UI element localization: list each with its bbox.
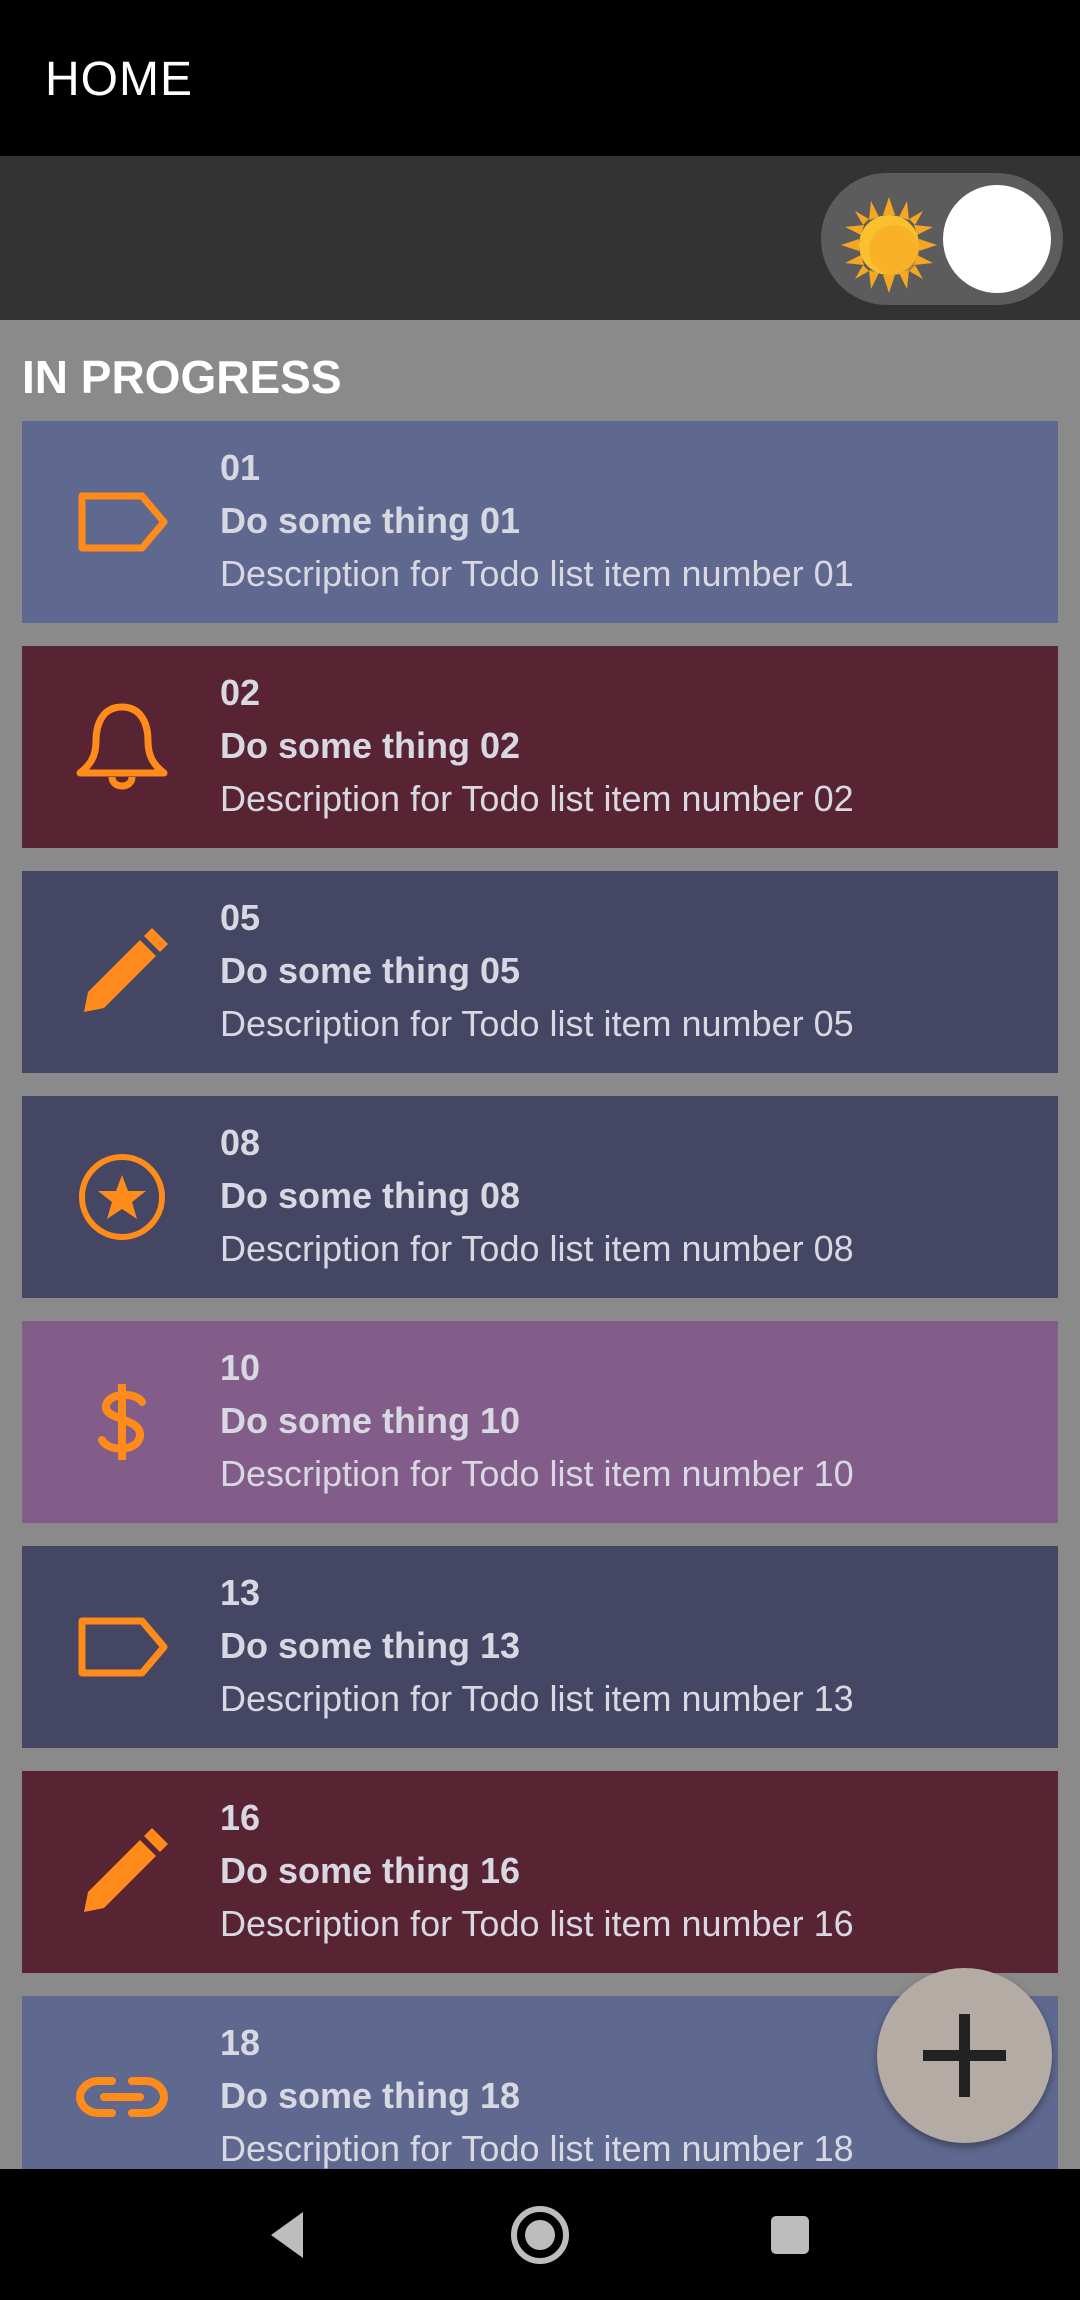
plus-icon	[923, 2014, 1006, 2097]
todo-title: Do some thing 08	[220, 1175, 521, 1216]
todo-number: 02	[220, 672, 261, 713]
todo-number: 05	[220, 897, 261, 938]
todo-title: Do some thing 13	[220, 1625, 521, 1666]
dollar-icon	[72, 1372, 172, 1472]
todo-number: 10	[220, 1347, 261, 1388]
todo-description: Description for Todo list item number 18	[220, 2128, 854, 2169]
todo-number: 01	[220, 447, 261, 488]
todo-card[interactable]: 08 Do some thing 08 Description for Todo…	[22, 1096, 1058, 1298]
todo-card[interactable]: 02 Do some thing 02 Description for Todo…	[22, 646, 1058, 848]
todo-title: Do some thing 18	[220, 2075, 521, 2116]
sun-icon	[839, 195, 939, 295]
todo-number: 08	[220, 1122, 261, 1163]
link-icon	[72, 2047, 172, 2147]
toolbar	[0, 156, 1080, 320]
home-button[interactable]	[505, 2200, 575, 2270]
star-circle-icon	[72, 1147, 172, 1247]
recents-button[interactable]	[755, 2200, 825, 2270]
page-title: HOME	[45, 53, 193, 106]
todo-number: 16	[220, 1797, 261, 1838]
todo-list[interactable]: 01 Do some thing 01 Description for Todo…	[22, 421, 1058, 2169]
home-circle-icon	[511, 2206, 569, 2264]
theme-toggle[interactable]	[821, 173, 1063, 305]
add-todo-button[interactable]	[877, 1968, 1052, 2143]
todo-card[interactable]: 13 Do some thing 13 Description for Todo…	[22, 1546, 1058, 1748]
label-icon	[72, 1597, 172, 1697]
app-bar: HOME	[0, 0, 1080, 156]
recents-square-icon	[771, 2216, 809, 2254]
todo-title: Do some thing 16	[220, 1850, 521, 1891]
label-icon	[72, 472, 172, 572]
todo-title: Do some thing 10	[220, 1400, 521, 1441]
todo-card[interactable]: 01 Do some thing 01 Description for Todo…	[22, 421, 1058, 623]
todo-card[interactable]: 05 Do some thing 05 Description for Todo…	[22, 871, 1058, 1073]
todo-title: Do some thing 01	[220, 500, 521, 541]
todo-description: Description for Todo list item number 10	[220, 1453, 854, 1494]
pencil-icon	[72, 1822, 172, 1922]
pencil-icon	[72, 922, 172, 1022]
todo-card[interactable]: 10 Do some thing 10 Description for Todo…	[22, 1321, 1058, 1523]
todo-description: Description for Todo list item number 16	[220, 1903, 854, 1944]
todo-description: Description for Todo list item number 08	[220, 1228, 854, 1269]
todo-number: 18	[220, 2022, 261, 2063]
system-nav-bar	[0, 2169, 1080, 2300]
todo-card[interactable]: 16 Do some thing 16 Description for Todo…	[22, 1771, 1058, 1973]
todo-title: Do some thing 05	[220, 950, 521, 991]
todo-title: Do some thing 02	[220, 725, 521, 766]
todo-description: Description for Todo list item number 02	[220, 778, 854, 819]
bell-icon	[72, 697, 172, 797]
section-title: IN PROGRESS	[22, 351, 342, 403]
back-triangle-icon	[271, 2212, 303, 2258]
todo-description: Description for Todo list item number 13	[220, 1678, 854, 1719]
back-button[interactable]	[253, 2200, 323, 2270]
todo-description: Description for Todo list item number 01	[220, 553, 854, 594]
todo-description: Description for Todo list item number 05	[220, 1003, 854, 1044]
toggle-knob[interactable]	[943, 185, 1051, 293]
todo-number: 13	[220, 1572, 261, 1613]
